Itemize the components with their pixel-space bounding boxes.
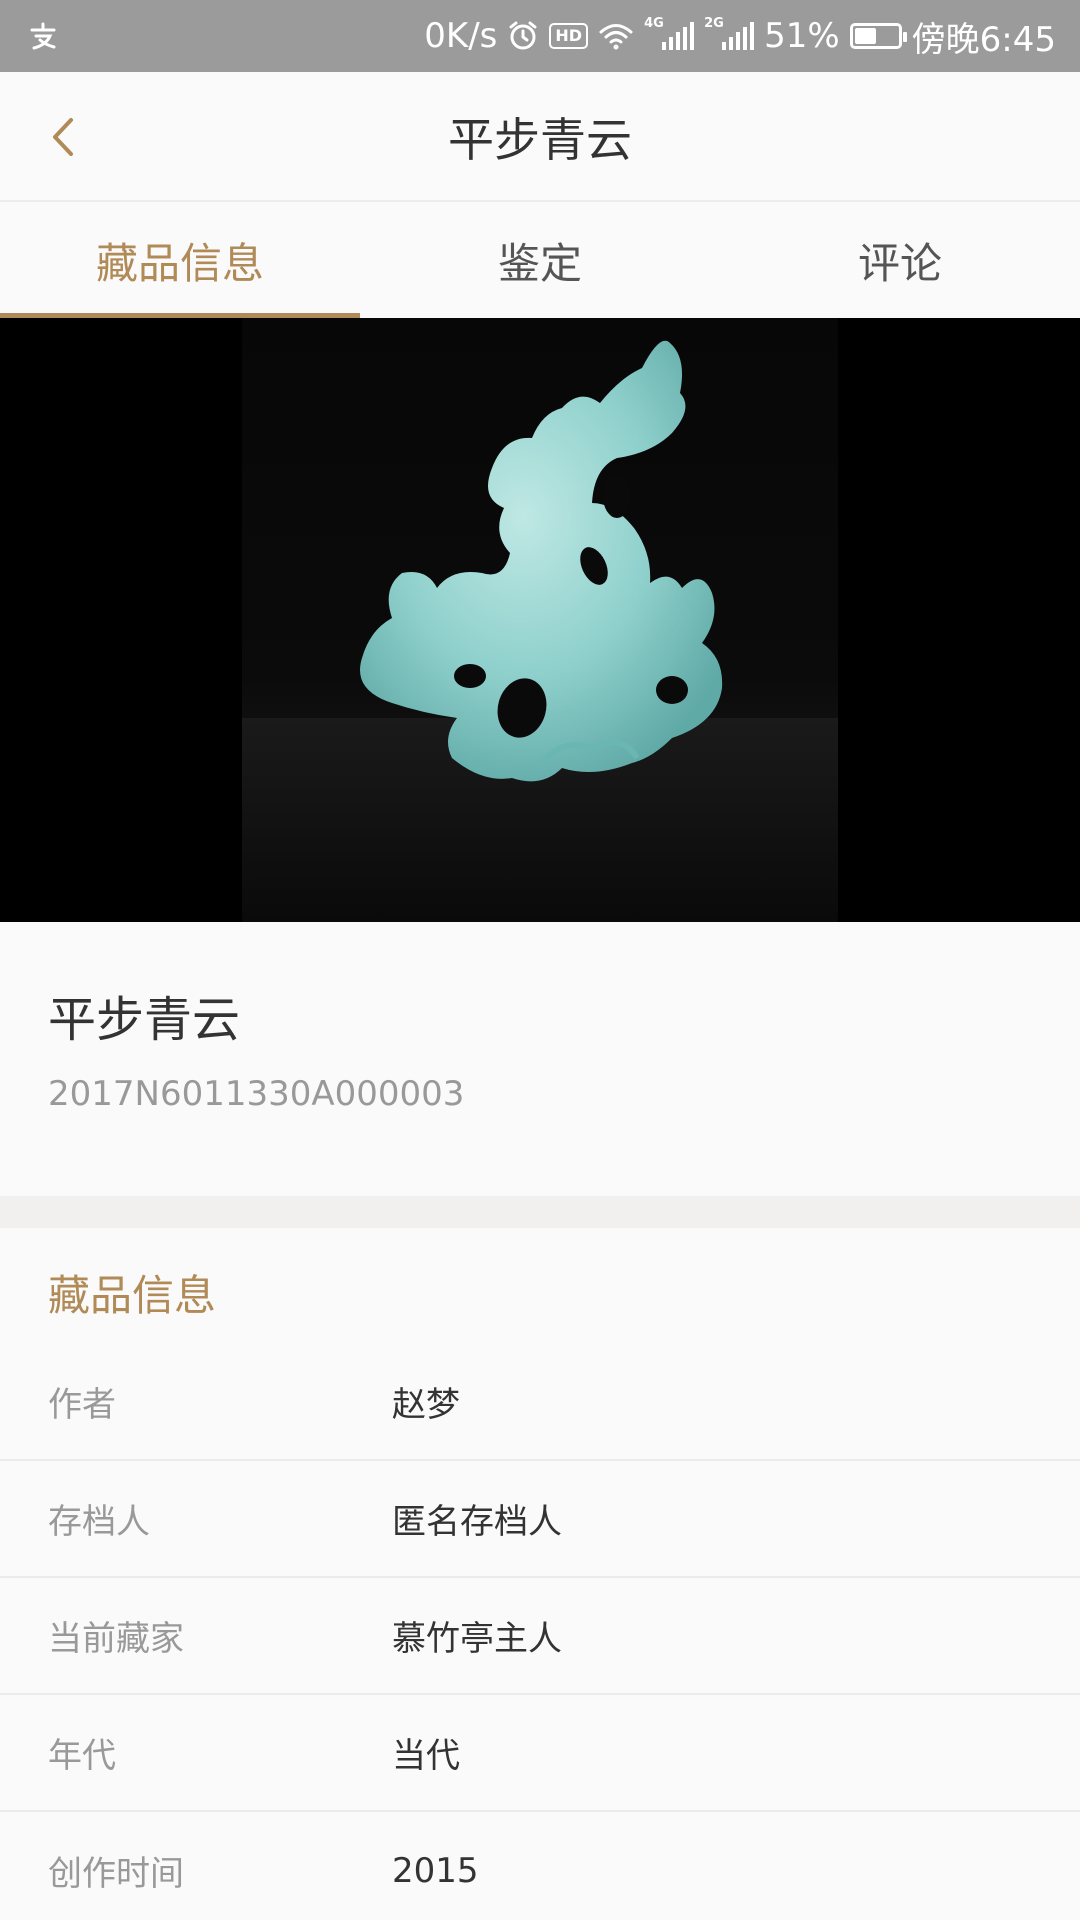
info-row-author: 作者 赵梦 [0, 1344, 1080, 1461]
info-value: 当代 [392, 1736, 460, 1776]
info-row-archiver: 存档人 匿名存档人 [0, 1461, 1080, 1578]
collection-info-section: 藏品信息 作者 赵梦 存档人 匿名存档人 当前藏家 慕竹亭主人 年代 当代 创作… [0, 1228, 1080, 1920]
page-title: 平步青云 [448, 113, 632, 167]
tab-appraisal[interactable]: 鉴定 [360, 202, 720, 318]
item-photo [242, 318, 838, 922]
item-name: 平步青云 [48, 992, 241, 1048]
info-value: 匿名存档人 [392, 1502, 562, 1542]
info-row-current-collector: 当前藏家 慕竹亭主人 [0, 1578, 1080, 1695]
signal-4g-label: 4G [644, 16, 664, 31]
status-bar: 0K/s HD 4G 2G 51% 傍晚6:45 [0, 0, 1080, 72]
status-left [28, 21, 58, 51]
info-row-era: 年代 当代 [0, 1695, 1080, 1812]
signal-2g-icon: 2G [704, 16, 755, 50]
app-header: 平步青云 [0, 72, 1080, 202]
wifi-icon [598, 21, 634, 51]
info-label: 当前藏家 [48, 1619, 184, 1659]
info-label: 年代 [48, 1736, 116, 1776]
item-image[interactable] [0, 318, 1080, 922]
info-value: 2015 [392, 1850, 479, 1891]
info-label: 创作时间 [48, 1854, 184, 1894]
tab-bar: 藏品信息 鉴定 评论 [0, 202, 1080, 318]
back-button[interactable] [28, 102, 98, 172]
status-time: 傍晚6:45 [911, 19, 1056, 60]
battery-percent: 51% [764, 16, 840, 56]
celadon-sculpture-image [242, 340, 838, 922]
tab-collection-info[interactable]: 藏品信息 [0, 202, 360, 318]
info-row-creation-time: 创作时间 2015 [0, 1812, 1080, 1920]
info-list: 作者 赵梦 存档人 匿名存档人 当前藏家 慕竹亭主人 年代 当代 创作时间 20… [0, 1344, 1080, 1920]
tab-comments[interactable]: 评论 [720, 202, 1080, 318]
signal-4g-icon: 4G [644, 16, 695, 50]
info-label: 作者 [48, 1385, 116, 1425]
info-value: 慕竹亭主人 [392, 1619, 562, 1659]
alipay-icon [28, 21, 58, 51]
item-code: 2017N6011330A000003 [48, 1074, 465, 1114]
hd-badge: HD [549, 23, 589, 49]
section-title: 藏品信息 [48, 1271, 217, 1320]
info-value: 赵梦 [392, 1385, 460, 1425]
section-divider [0, 1196, 1080, 1228]
signal-2g-label: 2G [704, 16, 724, 31]
alarm-icon [507, 20, 539, 52]
battery-fill [854, 28, 876, 44]
network-speed: 0K/s [424, 16, 498, 56]
item-summary: 平步青云 2017N6011330A000003 [0, 922, 1080, 1196]
status-right: 0K/s HD 4G 2G 51% 傍晚6:45 [424, 12, 1056, 61]
chevron-left-icon [53, 118, 73, 156]
info-label: 存档人 [48, 1502, 150, 1542]
battery-icon [849, 23, 907, 49]
